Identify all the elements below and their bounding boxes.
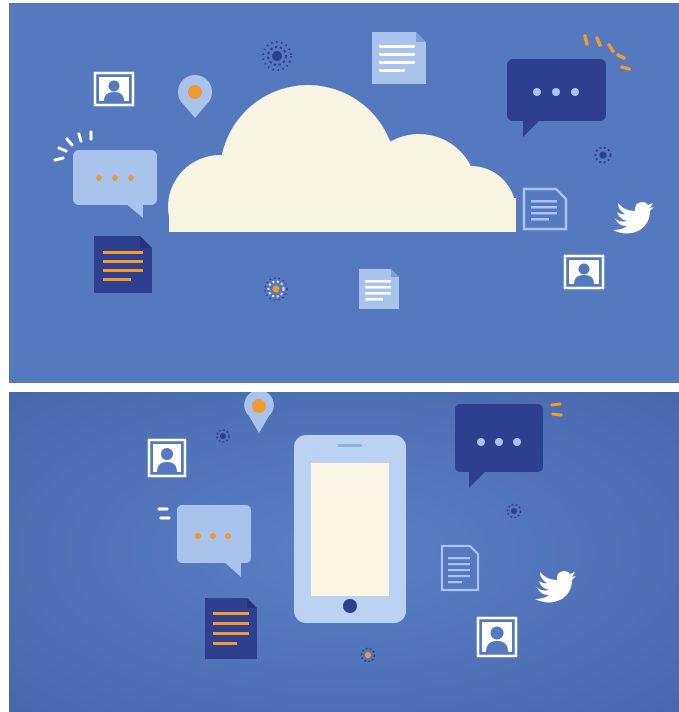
profile-card-icon <box>563 254 605 290</box>
document-icon <box>359 269 399 309</box>
document-icon <box>440 544 480 592</box>
smartphone-scene-illustration <box>9 392 679 712</box>
document-icon <box>522 187 568 231</box>
cloud-scene-illustration <box>9 3 679 383</box>
smartphone-scene-panel <box>9 392 679 712</box>
cloud-scene-panel <box>9 3 679 383</box>
notes-document-icon <box>94 236 152 293</box>
profile-card-icon <box>147 438 187 478</box>
smartphone-icon <box>294 435 406 623</box>
profile-card-icon <box>93 71 135 107</box>
document-icon <box>372 32 426 84</box>
profile-card-icon <box>476 616 518 658</box>
cloud-base-cut <box>149 232 549 292</box>
notes-document-icon <box>205 598 257 659</box>
